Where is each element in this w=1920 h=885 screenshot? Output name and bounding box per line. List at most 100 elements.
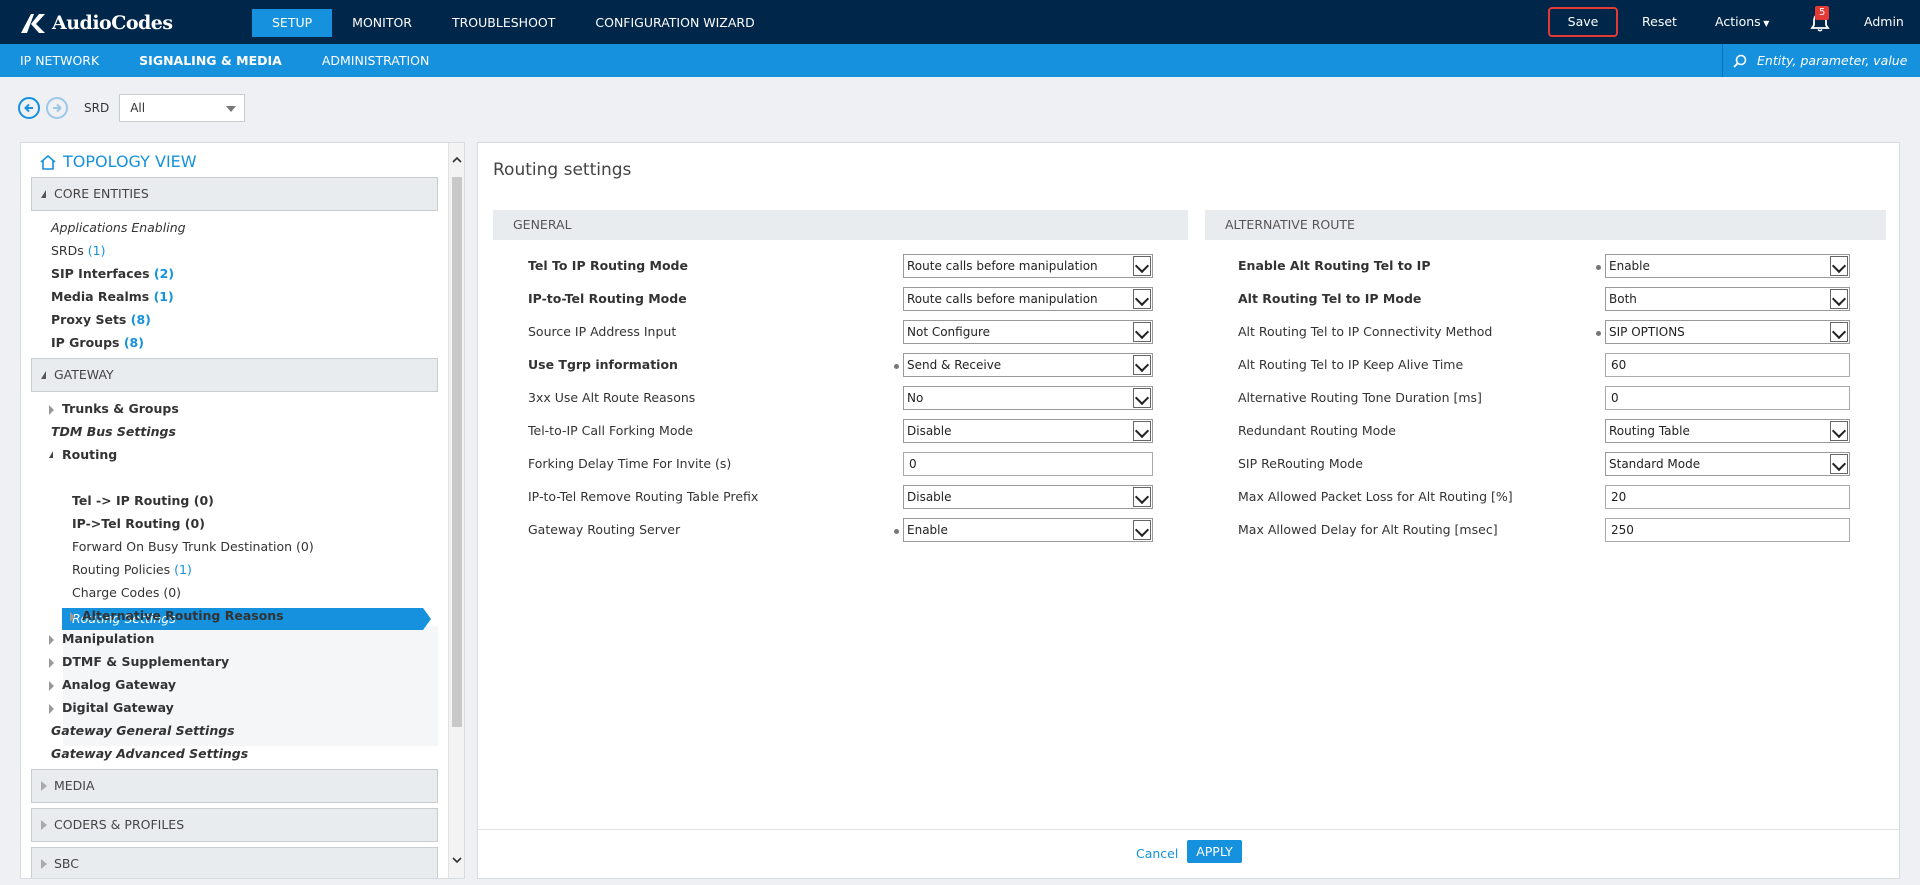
expand-triangle-icon[interactable] xyxy=(49,681,54,691)
max-allowed-packet-loss-input[interactable]: 20 xyxy=(1605,485,1850,509)
topnav-troubleshoot[interactable]: TROUBLESHOOT xyxy=(432,9,575,37)
tel-to-ip-call-forking-mode-select[interactable]: Disable xyxy=(903,419,1153,443)
chevron-down-icon xyxy=(1830,322,1848,342)
topnav-monitor[interactable]: MONITOR xyxy=(332,9,432,37)
apply-button[interactable]: APPLY xyxy=(1187,840,1242,863)
ip-to-tel-routing-mode-select[interactable]: Route calls before manipulation xyxy=(903,287,1153,311)
actions-label: Actions xyxy=(1715,14,1761,29)
field-label: Redundant Routing Mode xyxy=(1238,423,1396,438)
tree-item-proxy-sets[interactable]: Proxy Sets (8) xyxy=(51,312,151,327)
sub-bar: IP NETWORK SIGNALING & MEDIA ADMINISTRAT… xyxy=(0,44,1920,77)
search-input[interactable]: Entity, parameter, value xyxy=(1757,53,1907,68)
admin-menu[interactable]: Admin xyxy=(1864,14,1904,29)
source-ip-address-input-select[interactable]: Not Configure xyxy=(903,320,1153,344)
alt-routing-tel-to-ip-mode-select[interactable]: Both xyxy=(1605,287,1850,311)
tree-item-count: (1) xyxy=(174,562,192,577)
tel-to-ip-routing-mode-select[interactable]: Route calls before manipulation xyxy=(903,254,1153,278)
reset-button[interactable]: Reset xyxy=(1642,14,1677,29)
alt-routing-keep-alive-time-input[interactable]: 60 xyxy=(1605,353,1850,377)
tree-item-tdm-bus-settings[interactable]: TDM Bus Settings xyxy=(51,424,176,439)
gateway-routing-server-select[interactable]: Enable xyxy=(903,518,1153,542)
topnav-configuration-wizard[interactable]: CONFIGURATION WIZARD xyxy=(575,9,774,37)
section-coders-profiles[interactable]: CODERS & PROFILES xyxy=(31,808,438,842)
expand-triangle-icon[interactable] xyxy=(49,704,54,714)
field-label: Max Allowed Delay for Alt Routing [msec] xyxy=(1238,522,1498,537)
sip-rerouting-mode-select[interactable]: Standard Mode xyxy=(1605,452,1850,476)
scrollbar-thumb[interactable] xyxy=(452,177,462,727)
use-tgrp-information-select[interactable]: Send & Receive xyxy=(903,353,1153,377)
redundant-routing-mode-select[interactable]: Routing Table xyxy=(1605,419,1850,443)
tree-item-routing[interactable]: Routing xyxy=(62,447,117,462)
tree-item-ip-tel-routing[interactable]: IP->Tel Routing (0) xyxy=(72,516,205,531)
field-label: Enable Alt Routing Tel to IP xyxy=(1238,258,1431,273)
section-core-entities[interactable]: CORE ENTITIES xyxy=(31,177,438,211)
tree-item-gateway-general-settings[interactable]: Gateway General Settings xyxy=(51,723,235,738)
expand-triangle-icon[interactable] xyxy=(70,612,75,622)
section-media[interactable]: MEDIA xyxy=(31,769,438,803)
forking-delay-time-input[interactable]: 0 xyxy=(903,452,1153,476)
section-sbc[interactable]: SBC xyxy=(31,847,438,878)
tree-item-label: Routing Policies xyxy=(72,562,171,577)
topnav-setup[interactable]: SETUP xyxy=(252,9,333,37)
subnav-administration[interactable]: ADMINISTRATION xyxy=(302,44,450,77)
ip-to-tel-remove-routing-table-prefix-select[interactable]: Disable xyxy=(903,485,1153,509)
brand-logo[interactable]: AudioCodes xyxy=(20,10,173,36)
group-alternative-route-header: ALTERNATIVE ROUTE xyxy=(1205,210,1886,240)
select-value: Standard Mode xyxy=(1609,457,1701,471)
field-label: Use Tgrp information xyxy=(528,357,678,372)
tree-item-digital-gateway[interactable]: Digital Gateway xyxy=(62,700,174,715)
topology-view-title[interactable]: TOPOLOGY VIEW xyxy=(39,152,197,171)
enable-alt-routing-tel-to-ip-select[interactable]: Enable xyxy=(1605,254,1850,278)
expand-triangle-icon[interactable] xyxy=(49,658,54,668)
select-value: Enable xyxy=(907,523,948,537)
alternative-routing-tone-duration-input[interactable]: 0 xyxy=(1605,386,1850,410)
topology-scrollbar[interactable] xyxy=(448,143,464,878)
audiocodes-logo-icon xyxy=(21,14,45,33)
actions-menu[interactable]: Actions ▼ xyxy=(1715,14,1769,29)
section-gateway[interactable]: GATEWAY xyxy=(31,358,438,392)
chevron-down-icon[interactable] xyxy=(452,855,462,865)
subnav-signaling-media[interactable]: SIGNALING & MEDIA xyxy=(119,44,302,77)
section-gateway-label: GATEWAY xyxy=(54,367,114,382)
search-box[interactable]: Entity, parameter, value xyxy=(1722,44,1920,77)
field-label: Max Allowed Packet Loss for Alt Routing … xyxy=(1238,489,1513,504)
tree-item-alternative-routing-reasons[interactable]: Alternative Routing Reasons xyxy=(82,608,284,623)
tree-item-count: (1) xyxy=(87,243,106,258)
tree-item-routing-policies[interactable]: Routing Policies (1) xyxy=(72,562,192,577)
tree-item-media-realms[interactable]: Media Realms (1) xyxy=(51,289,174,304)
chevron-down-icon xyxy=(1133,388,1151,408)
select-value: SIP OPTIONS xyxy=(1609,325,1685,339)
tree-item-charge-codes[interactable]: Charge Codes (0) xyxy=(72,585,181,600)
tree-item-tel-ip-routing[interactable]: Tel -> IP Routing (0) xyxy=(72,493,214,508)
tree-item-trunks-groups[interactable]: Trunks & Groups xyxy=(62,401,179,416)
chevron-up-icon[interactable] xyxy=(452,155,462,165)
tree-item-gateway-advanced-settings[interactable]: Gateway Advanced Settings xyxy=(51,746,248,761)
cancel-button[interactable]: Cancel xyxy=(1136,846,1178,861)
save-button[interactable]: Save xyxy=(1548,7,1618,37)
max-allowed-delay-input[interactable]: 250 xyxy=(1605,518,1850,542)
tree-item-analog-gateway[interactable]: Analog Gateway xyxy=(62,677,176,692)
field-label: IP-to-Tel Routing Mode xyxy=(528,291,687,306)
tree-item-sip-interfaces[interactable]: SIP Interfaces (2) xyxy=(51,266,174,281)
section-media-label: MEDIA xyxy=(54,778,95,793)
tree-item-forward-on-busy[interactable]: Forward On Busy Trunk Destination (0) xyxy=(72,539,314,554)
form-footer: Cancel APPLY xyxy=(478,829,1899,878)
expand-triangle-icon[interactable] xyxy=(49,405,54,415)
tree-item-count: (2) xyxy=(153,266,175,281)
collapse-triangle-icon[interactable] xyxy=(49,451,53,458)
subnav-ip-network[interactable]: IP NETWORK xyxy=(0,44,119,77)
back-button[interactable] xyxy=(18,97,40,119)
expand-triangle-icon[interactable] xyxy=(49,635,54,645)
tree-item-srds[interactable]: SRDs (1) xyxy=(51,243,105,258)
tree-item-manipulation[interactable]: Manipulation xyxy=(62,631,154,646)
alt-routing-connectivity-method-select[interactable]: SIP OPTIONS xyxy=(1605,320,1850,344)
tree-item-ip-groups[interactable]: IP Groups (8) xyxy=(51,335,144,350)
select-value: Not Configure xyxy=(907,325,990,339)
forward-button[interactable] xyxy=(46,97,68,119)
3xx-use-alt-route-reasons-select[interactable]: No xyxy=(903,386,1153,410)
tree-item-dtmf-supplementary[interactable]: DTMF & Supplementary xyxy=(62,654,229,669)
chevron-down-icon xyxy=(1133,322,1151,342)
select-value: Route calls before manipulation xyxy=(907,259,1098,273)
tree-item-applications-enabling[interactable]: Applications Enabling xyxy=(51,220,186,235)
srd-select[interactable]: All xyxy=(119,94,246,122)
